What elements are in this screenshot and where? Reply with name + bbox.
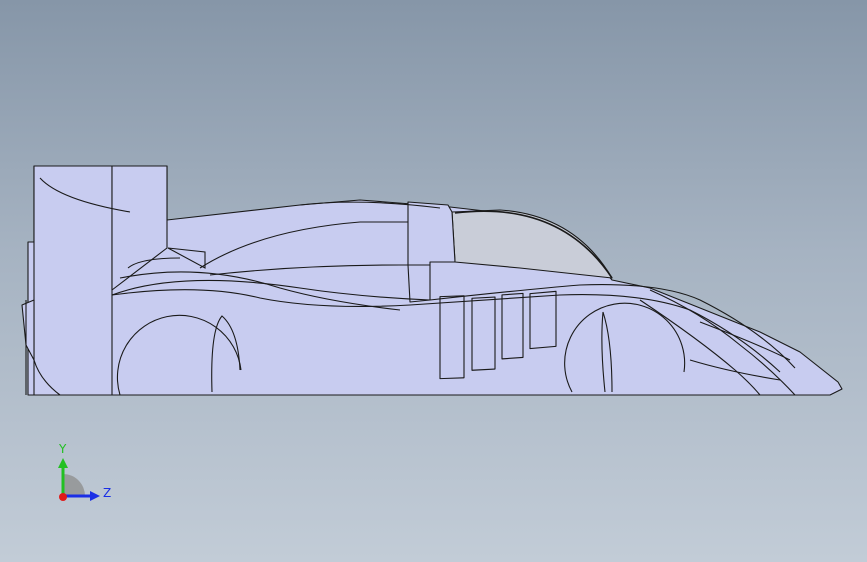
z-axis-arrow	[90, 491, 100, 501]
z-axis-label: Z	[103, 486, 112, 500]
side-vent	[471, 296, 496, 371]
side-vent	[529, 290, 557, 350]
race-car-model[interactable]	[0, 0, 867, 562]
triad-graphic	[58, 458, 100, 501]
x-axis-dot	[59, 493, 67, 501]
rear-wing-endplate	[33, 165, 113, 396]
side-vent	[501, 292, 524, 360]
graphics-viewport[interactable]: Y Z	[0, 0, 867, 562]
triad-plane-shade	[63, 474, 85, 496]
view-orientation-triad: Y Z	[40, 438, 120, 518]
side-vent	[439, 295, 465, 380]
y-axis-label: Y	[59, 442, 67, 456]
y-axis-arrow	[58, 458, 68, 468]
